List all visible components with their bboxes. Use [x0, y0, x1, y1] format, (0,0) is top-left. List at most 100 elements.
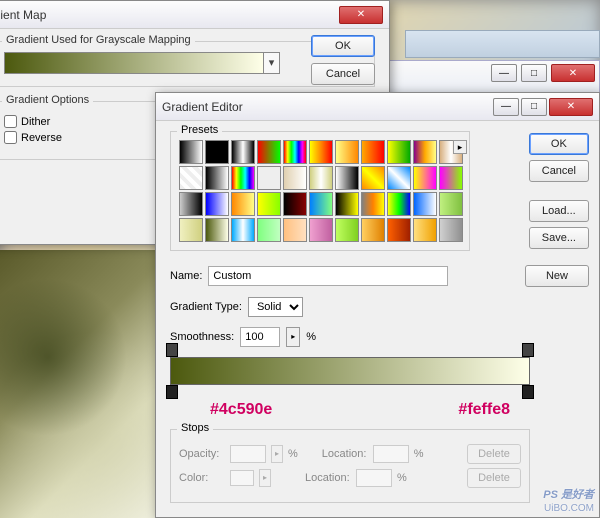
preset-swatch[interactable] [231, 218, 255, 242]
preset-swatch[interactable] [283, 218, 307, 242]
gm-gradient-picker-arrow[interactable]: ▾ [264, 52, 280, 74]
preset-swatch[interactable] [309, 140, 333, 164]
gradient-editor-titlebar[interactable]: Gradient Editor — □ ✕ [156, 93, 599, 121]
preset-swatch[interactable] [283, 166, 307, 190]
opacity-location-input [373, 445, 409, 463]
ged-minimize-button[interactable]: — [493, 98, 519, 116]
gradient-map-title: adient Map [0, 8, 337, 22]
preset-swatch[interactable] [387, 166, 411, 190]
preset-swatch[interactable] [205, 166, 229, 190]
preset-swatch[interactable] [179, 140, 203, 164]
bgwin-minimize-button[interactable]: — [491, 64, 517, 82]
opacity-location-percent: % [414, 448, 424, 460]
presets-group: Presets ▸ [170, 131, 470, 251]
color-location-percent: % [397, 472, 407, 484]
smoothness-unit: % [306, 331, 316, 343]
preset-swatch[interactable] [309, 218, 333, 242]
preset-swatch[interactable] [387, 192, 411, 216]
gradient-bar[interactable] [170, 357, 530, 385]
reverse-checkbox-row[interactable]: Reverse [4, 131, 156, 144]
preset-grid [179, 140, 461, 242]
gradient-type-select[interactable]: Solid [248, 297, 303, 317]
preset-swatch[interactable] [439, 218, 463, 242]
preset-swatch[interactable] [179, 166, 203, 190]
preset-swatch[interactable] [335, 140, 359, 164]
gradient-editor-title: Gradient Editor [162, 100, 491, 114]
preset-swatch[interactable] [361, 218, 385, 242]
gm-cancel-button[interactable]: Cancel [311, 63, 375, 85]
reverse-label: Reverse [21, 132, 62, 144]
gradient-map-close-button[interactable]: ✕ [339, 6, 383, 24]
gradient-map-titlebar[interactable]: adient Map ✕ [0, 1, 389, 29]
preset-swatch[interactable] [361, 166, 385, 190]
preset-swatch[interactable] [257, 192, 281, 216]
ged-cancel-button[interactable]: Cancel [529, 160, 589, 182]
preset-swatch[interactable] [231, 140, 255, 164]
color-label: Color: [179, 472, 225, 484]
gradient-editor-dialog: Gradient Editor — □ ✕ OK Cancel Load... … [155, 92, 600, 518]
preset-swatch[interactable] [205, 218, 229, 242]
preset-swatch[interactable] [179, 218, 203, 242]
gm-gradient-swatch[interactable] [4, 52, 264, 74]
preset-swatch[interactable] [361, 140, 385, 164]
name-input[interactable] [208, 266, 448, 286]
color-stop-left[interactable] [166, 385, 178, 399]
preset-swatch[interactable] [283, 192, 307, 216]
preset-swatch[interactable] [413, 218, 437, 242]
preset-swatch[interactable] [179, 192, 203, 216]
bgwin-maximize-button[interactable]: □ [521, 64, 547, 82]
hex-left-annotation: #4c590e [210, 401, 272, 419]
preset-swatch[interactable] [387, 218, 411, 242]
preset-swatch[interactable] [335, 192, 359, 216]
preset-swatch[interactable] [257, 218, 281, 242]
preset-swatch[interactable] [257, 166, 281, 190]
preset-swatch[interactable] [309, 166, 333, 190]
preset-swatch[interactable] [309, 192, 333, 216]
preset-swatch[interactable] [413, 192, 437, 216]
preset-swatch[interactable] [413, 140, 437, 164]
smoothness-input[interactable] [240, 327, 280, 347]
opacity-step: ▸ [271, 445, 283, 463]
opacity-location-label: Location: [322, 448, 368, 460]
dither-checkbox-row[interactable]: Dither [4, 115, 156, 128]
gm-options-label: Gradient Options [2, 94, 93, 106]
preset-swatch[interactable] [387, 140, 411, 164]
opacity-input [230, 445, 266, 463]
preset-swatch[interactable] [283, 140, 307, 164]
preset-swatch[interactable] [413, 166, 437, 190]
ged-maximize-button[interactable]: □ [521, 98, 547, 116]
smoothness-step-button[interactable]: ▸ [286, 327, 300, 347]
preset-swatch[interactable] [361, 192, 385, 216]
reverse-checkbox[interactable] [4, 131, 17, 144]
stops-group: Stops Opacity: ▸ % Location: % Delete Co… [170, 429, 530, 503]
ged-ok-button[interactable]: OK [529, 133, 589, 155]
preset-swatch[interactable] [231, 166, 255, 190]
gm-mapping-label: Gradient Used for Grayscale Mapping [2, 34, 195, 46]
opacity-stop-left[interactable] [166, 343, 178, 357]
dither-checkbox[interactable] [4, 115, 17, 128]
preset-swatch[interactable] [257, 140, 281, 164]
preset-swatch[interactable] [439, 166, 463, 190]
gm-ok-button[interactable]: OK [311, 35, 375, 57]
presets-menu-arrow[interactable]: ▸ [453, 140, 467, 154]
bgwin-close-button[interactable]: ✕ [551, 64, 595, 82]
preset-swatch[interactable] [205, 192, 229, 216]
preset-swatch[interactable] [335, 218, 359, 242]
color-location-label: Location: [305, 472, 351, 484]
preset-swatch[interactable] [439, 192, 463, 216]
opacity-stop-right[interactable] [522, 343, 534, 357]
ged-new-button[interactable]: New [525, 265, 589, 287]
presets-label: Presets [177, 124, 222, 136]
preset-swatch[interactable] [205, 140, 229, 164]
canvas-preview [0, 250, 160, 518]
preset-swatch[interactable] [335, 166, 359, 190]
gm-options-group: Gradient Options Dither Reverse [0, 101, 165, 160]
ged-close-button[interactable]: ✕ [549, 98, 593, 116]
ged-save-button[interactable]: Save... [529, 227, 589, 249]
gradient-type-label: Gradient Type: [170, 301, 242, 313]
opacity-delete-button: Delete [467, 444, 521, 464]
color-stop-right[interactable] [522, 385, 534, 399]
preset-swatch[interactable] [231, 192, 255, 216]
ged-load-button[interactable]: Load... [529, 200, 589, 222]
color-step: ▸ [259, 469, 271, 487]
